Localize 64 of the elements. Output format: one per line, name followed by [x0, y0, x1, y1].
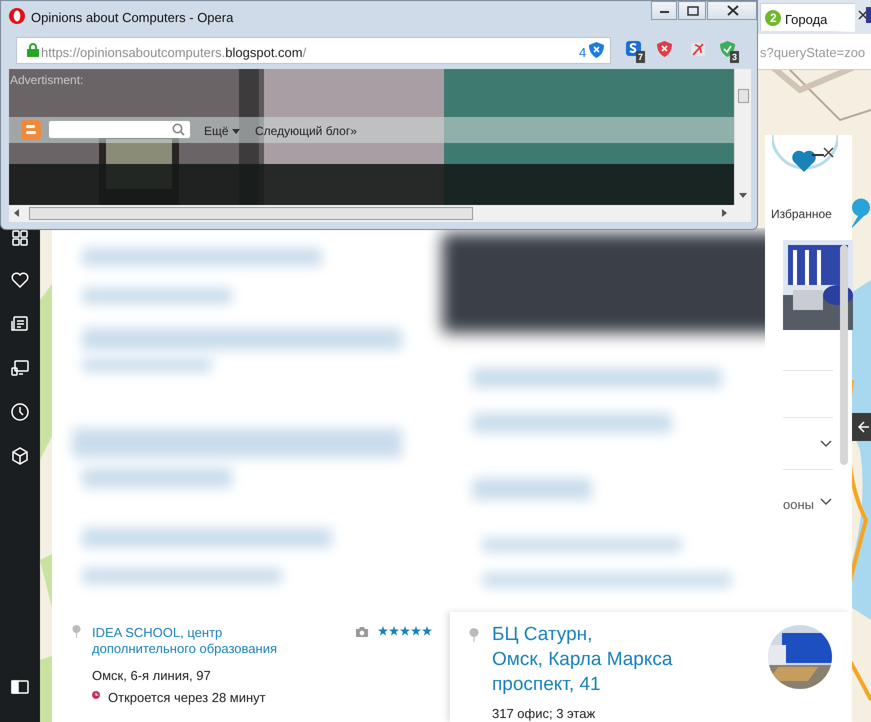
result-title[interactable]: IDEA SCHOOL, центр дополнительного образования	[92, 625, 322, 657]
pin-icon	[469, 628, 479, 642]
search-field[interactable]	[49, 121, 190, 138]
star-icon	[400, 626, 410, 636]
arrow-icon[interactable]	[722, 209, 727, 217]
scrollbar[interactable]	[840, 245, 848, 465]
place-title: БЦ Сатурн, Омск, Карла Маркса проспект, 41	[492, 623, 672, 697]
minimize-icon	[660, 11, 669, 13]
extension-badge: 3	[730, 51, 740, 63]
filter-label[interactable]: ооны	[783, 495, 814, 514]
search-icon[interactable]	[172, 123, 185, 136]
arrow-icon[interactable]	[14, 209, 19, 217]
chevron-icon[interactable]	[820, 440, 832, 448]
camera-icon	[356, 627, 368, 637]
badge-icon	[765, 10, 781, 26]
scrollbar[interactable]	[734, 69, 751, 205]
heart-icon[interactable]	[10, 270, 30, 290]
ad-label: Advertisment:	[10, 72, 84, 89]
browser-tab[interactable]: 2 Города	[760, 3, 855, 31]
note-text: 317 офис; 3 этаж	[492, 705, 596, 722]
minimize-button[interactable]	[651, 1, 677, 20]
window-title: Opinions about Computers - Opera	[31, 9, 234, 27]
opera-logo-icon	[9, 8, 25, 24]
maximize-icon	[687, 6, 699, 16]
star-icon	[389, 626, 399, 636]
star-icon	[378, 626, 388, 636]
devices-icon[interactable]	[10, 358, 30, 378]
grid-icon[interactable]	[10, 228, 30, 248]
news-icon[interactable]	[10, 314, 30, 334]
blog-nav-link[interactable]: Следующий блог»	[255, 122, 357, 140]
star-icon	[411, 626, 421, 636]
clock-icon	[92, 691, 100, 699]
blogger-icon[interactable]	[21, 120, 41, 140]
clock-icon[interactable]	[10, 402, 30, 422]
shield-icon	[656, 40, 673, 58]
arrow-icon[interactable]	[739, 193, 747, 198]
scroll-thumb[interactable]	[738, 89, 749, 103]
maximize-button[interactable]	[678, 1, 706, 20]
favorites-label[interactable]: Избранное	[771, 205, 832, 223]
mute-icon	[689, 40, 706, 58]
close-icon[interactable]	[823, 147, 834, 158]
blog-nav-link[interactable]: Ещё	[204, 122, 240, 140]
address-text: Омск, 6-я линия, 97	[92, 667, 211, 685]
pin-icon	[72, 625, 81, 638]
extension-button[interactable]: 3	[719, 40, 743, 64]
tab-count-label: 2	[770, 10, 777, 27]
chevron-icon[interactable]	[820, 498, 832, 506]
address-field[interactable]	[16, 37, 611, 64]
close-button[interactable]	[707, 1, 757, 20]
extension-badge: 7	[636, 51, 646, 63]
close-icon[interactable]	[858, 10, 868, 20]
s-logo-icon	[625, 40, 642, 58]
close-icon	[727, 5, 739, 16]
blocked-count[interactable]: 4	[579, 43, 586, 62]
scroll-thumb[interactable]	[29, 207, 473, 220]
lock-icon	[27, 43, 39, 57]
opening-hours: Откроется через 28 минут	[108, 689, 266, 707]
tab-title[interactable]: Города	[785, 10, 828, 30]
scrollbar[interactable]	[9, 205, 751, 222]
shield-icon[interactable]	[589, 42, 604, 58]
star-icon	[422, 626, 432, 636]
url-text: https://opinionsaboutcomputers.blogspot.com/	[41, 44, 306, 62]
box-icon[interactable]	[10, 446, 30, 466]
extension-button[interactable]: 7	[625, 40, 649, 64]
